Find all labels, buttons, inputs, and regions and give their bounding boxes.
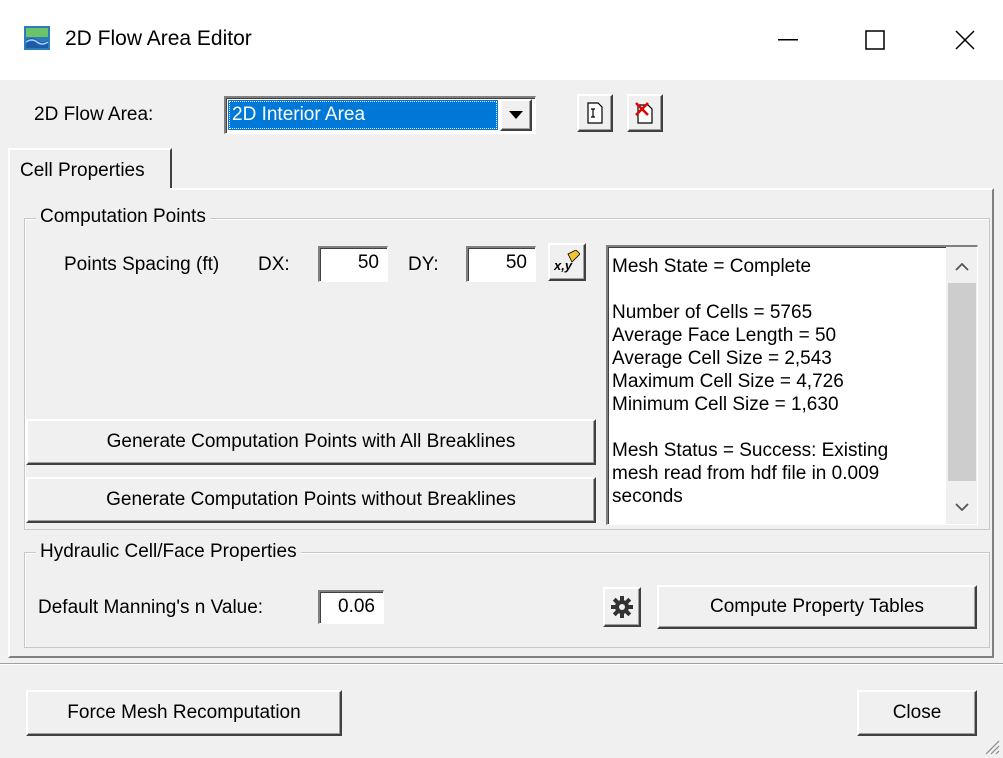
dx-input[interactable]: 50 <box>318 246 388 282</box>
dx-label: DX: <box>258 254 290 275</box>
compute-property-tables-button[interactable]: Compute Property Tables <box>657 585 977 629</box>
scroll-down-icon[interactable] <box>955 503 969 511</box>
dy-label: DY: <box>408 254 439 275</box>
scroll-thumb[interactable] <box>948 283 976 481</box>
manning-label: Default Manning's n Value: <box>38 597 264 618</box>
mesh-info-line: Average Face Length = 50 <box>612 325 837 346</box>
close-icon <box>955 30 975 50</box>
generate-without-breaklines-button[interactable]: Generate Computation Points without Brea… <box>26 477 596 523</box>
computation-points-group-label: Computation Points <box>36 206 210 228</box>
minimize-icon <box>778 39 798 41</box>
app-icon <box>24 26 50 50</box>
hydraulic-group-label: Hydraulic Cell/Face Properties <box>36 541 301 563</box>
rename-area-button[interactable] <box>577 94 613 132</box>
chevron-down-icon <box>509 111 523 119</box>
flow-area-selected-value: 2D Interior Area <box>228 100 498 130</box>
mesh-info-line <box>612 416 942 439</box>
flow-area-select[interactable]: 2D Interior Area <box>224 96 536 134</box>
flow-area-label: 2D Flow Area: <box>34 104 154 125</box>
close-button[interactable]: Close <box>857 690 977 736</box>
tab-label: Cell Properties <box>20 160 145 181</box>
mesh-info-scrollbar[interactable] <box>946 247 977 524</box>
mesh-info-line: Average Cell Size = 2,543 <box>612 348 832 369</box>
xy-pencil-icon: x,y <box>554 250 580 273</box>
footer-divider <box>0 663 1003 665</box>
delete-icon <box>635 102 653 124</box>
close-window-button[interactable] <box>935 20 995 60</box>
svg-text:x,y: x,y <box>554 258 573 273</box>
points-spacing-label: Points Spacing (ft) <box>64 254 220 275</box>
minimize-button[interactable] <box>758 20 818 60</box>
tab-join <box>10 188 170 191</box>
mesh-info-line: Minimum Cell Size = 1,630 <box>612 394 839 415</box>
dropdown-button[interactable] <box>500 99 532 131</box>
window-title: 2D Flow Area Editor <box>65 27 252 50</box>
maximize-button[interactable] <box>845 20 905 60</box>
tab-cell-properties[interactable]: Cell Properties <box>8 148 172 190</box>
generate-with-breaklines-button[interactable]: Generate Computation Points with All Bre… <box>26 419 596 465</box>
gear-icon <box>611 596 633 618</box>
maximize-icon <box>865 30 885 50</box>
mesh-info-textarea[interactable]: Mesh State = Complete Number of Cells = 5… <box>606 245 978 525</box>
rename-icon <box>587 102 603 124</box>
delete-area-button[interactable] <box>627 94 663 132</box>
mesh-info-line <box>612 278 942 301</box>
mesh-info-line: Mesh State = Complete <box>612 256 812 277</box>
mesh-info-line: seconds <box>612 486 683 507</box>
force-mesh-recomputation-button[interactable]: Force Mesh Recomputation <box>26 690 342 736</box>
resize-grip-icon[interactable] <box>982 737 1000 755</box>
dy-input[interactable]: 50 <box>466 246 536 282</box>
mesh-info-text: Mesh State = Complete Number of Cells = 5… <box>612 255 942 508</box>
mesh-info-line: mesh read from hdf file in 0.009 <box>612 463 880 484</box>
xy-spacing-button[interactable]: x,y <box>548 243 586 281</box>
mesh-info-line: Number of Cells = 5765 <box>612 302 813 323</box>
settings-button[interactable] <box>603 587 641 627</box>
manning-input[interactable]: 0.06 <box>318 590 384 624</box>
mesh-info-line: Maximum Cell Size = 4,726 <box>612 371 844 392</box>
scroll-up-icon[interactable] <box>955 263 969 271</box>
mesh-info-line: Mesh Status = Success: Existing <box>612 440 889 461</box>
